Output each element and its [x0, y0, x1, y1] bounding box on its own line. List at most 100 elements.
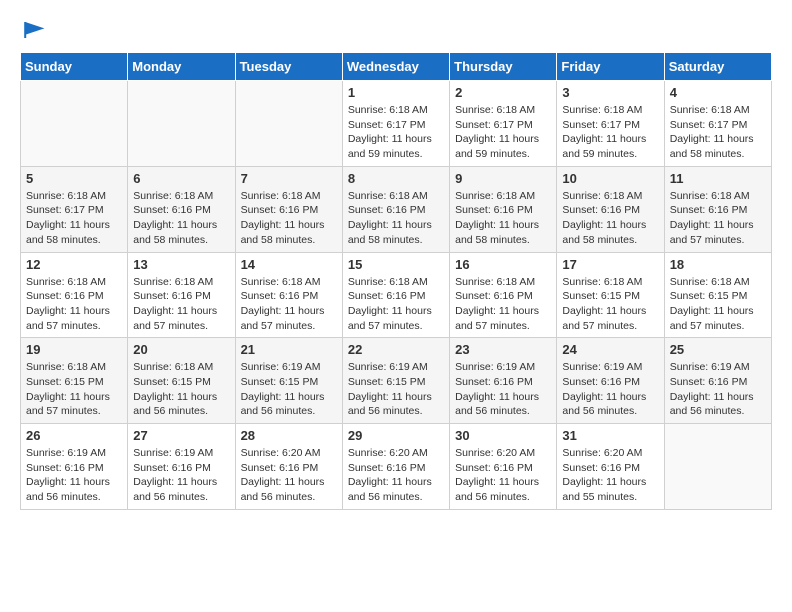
calendar-cell: 6Sunrise: 6:18 AM Sunset: 6:16 PM Daylig…	[128, 166, 235, 252]
calendar-cell: 31 Sunrise: 6:20 AM Sunset: 6:16 PM Dayli…	[557, 424, 664, 510]
day-info: Sunrise: 6:18 AM Sunset: 6:16 PM Dayligh…	[670, 189, 766, 248]
calendar-week-4: 19 Sunrise: 6:18 AM Sunset: 6:15 PM Dayli…	[21, 338, 772, 424]
calendar-cell	[128, 81, 235, 167]
day-info: Sunrise: 6:18 AM Sunset: 6:15 PM Dayligh…	[562, 275, 658, 334]
day-number: 12	[26, 257, 122, 272]
calendar-cell: 28Sunrise: 6:20 AM Sunset: 6:16 PM Dayli…	[235, 424, 342, 510]
calendar-cell: 3 Sunrise: 6:18 AM Sunset: 6:17 PM Daylig…	[557, 81, 664, 167]
day-number: 6	[133, 171, 229, 186]
calendar-cell: 22 Sunrise: 6:19 AM Sunset: 6:15 PM Dayli…	[342, 338, 449, 424]
day-header-wednesday: Wednesday	[342, 53, 449, 81]
day-info: Sunrise: 6:18 AM Sunset: 6:15 PM Dayligh…	[133, 360, 229, 419]
day-header-sunday: Sunday	[21, 53, 128, 81]
calendar-cell: 21Sunrise: 6:19 AM Sunset: 6:15 PM Dayli…	[235, 338, 342, 424]
calendar-week-2: 5Sunrise: 6:18 AM Sunset: 6:17 PM Daylig…	[21, 166, 772, 252]
day-number: 4	[670, 85, 766, 100]
calendar-cell: 11 Sunrise: 6:18 AM Sunset: 6:16 PM Dayli…	[664, 166, 771, 252]
day-info: Sunrise: 6:19 AM Sunset: 6:16 PM Dayligh…	[455, 360, 551, 419]
calendar-cell: 12Sunrise: 6:18 AM Sunset: 6:16 PM Dayli…	[21, 252, 128, 338]
day-header-monday: Monday	[128, 53, 235, 81]
day-info: Sunrise: 6:20 AM Sunset: 6:16 PM Dayligh…	[455, 446, 551, 505]
day-number: 19	[26, 342, 122, 357]
day-number: 24	[562, 342, 658, 357]
calendar-cell: 26 Sunrise: 6:19 AM Sunset: 6:16 PM Dayli…	[21, 424, 128, 510]
calendar-cell: 1Sunrise: 6:18 AM Sunset: 6:17 PM Daylig…	[342, 81, 449, 167]
calendar-week-5: 26 Sunrise: 6:19 AM Sunset: 6:16 PM Dayli…	[21, 424, 772, 510]
calendar-cell: 16 Sunrise: 6:18 AM Sunset: 6:16 PM Dayli…	[450, 252, 557, 338]
day-number: 22	[348, 342, 444, 357]
calendar-cell: 29 Sunrise: 6:20 AM Sunset: 6:16 PM Dayli…	[342, 424, 449, 510]
day-info: Sunrise: 6:18 AM Sunset: 6:17 PM Dayligh…	[455, 103, 551, 162]
calendar-cell: 13 Sunrise: 6:18 AM Sunset: 6:16 PM Dayli…	[128, 252, 235, 338]
day-number: 15	[348, 257, 444, 272]
calendar-cell: 15Sunrise: 6:18 AM Sunset: 6:16 PM Dayli…	[342, 252, 449, 338]
day-info: Sunrise: 6:18 AM Sunset: 6:17 PM Dayligh…	[348, 103, 444, 162]
day-number: 26	[26, 428, 122, 443]
calendar-cell: 9 Sunrise: 6:18 AM Sunset: 6:16 PM Daylig…	[450, 166, 557, 252]
day-info: Sunrise: 6:20 AM Sunset: 6:16 PM Dayligh…	[562, 446, 658, 505]
day-number: 9	[455, 171, 551, 186]
day-info: Sunrise: 6:18 AM Sunset: 6:16 PM Dayligh…	[241, 275, 337, 334]
day-info: Sunrise: 6:19 AM Sunset: 6:16 PM Dayligh…	[26, 446, 122, 505]
calendar-cell: 18 Sunrise: 6:18 AM Sunset: 6:15 PM Dayli…	[664, 252, 771, 338]
day-info: Sunrise: 6:18 AM Sunset: 6:16 PM Dayligh…	[455, 189, 551, 248]
day-number: 3	[562, 85, 658, 100]
day-number: 10	[562, 171, 658, 186]
day-header-tuesday: Tuesday	[235, 53, 342, 81]
day-number: 14	[241, 257, 337, 272]
day-info: Sunrise: 6:18 AM Sunset: 6:17 PM Dayligh…	[562, 103, 658, 162]
calendar-table: SundayMondayTuesdayWednesdayThursdayFrid…	[20, 52, 772, 510]
day-info: Sunrise: 6:18 AM Sunset: 6:17 PM Dayligh…	[670, 103, 766, 162]
calendar-cell: 2 Sunrise: 6:18 AM Sunset: 6:17 PM Daylig…	[450, 81, 557, 167]
page-header	[20, 20, 772, 36]
calendar-cell: 17 Sunrise: 6:18 AM Sunset: 6:15 PM Dayli…	[557, 252, 664, 338]
calendar-cell: 8 Sunrise: 6:18 AM Sunset: 6:16 PM Daylig…	[342, 166, 449, 252]
day-number: 5	[26, 171, 122, 186]
day-header-saturday: Saturday	[664, 53, 771, 81]
logo-flag-icon	[22, 20, 46, 40]
calendar-cell: 27 Sunrise: 6:19 AM Sunset: 6:16 PM Dayli…	[128, 424, 235, 510]
day-number: 20	[133, 342, 229, 357]
day-number: 31	[562, 428, 658, 443]
day-header-thursday: Thursday	[450, 53, 557, 81]
day-info: Sunrise: 6:18 AM Sunset: 6:16 PM Dayligh…	[348, 189, 444, 248]
calendar-cell	[21, 81, 128, 167]
calendar-cell: 24 Sunrise: 6:19 AM Sunset: 6:16 PM Dayli…	[557, 338, 664, 424]
calendar-cell: 4 Sunrise: 6:18 AM Sunset: 6:17 PM Daylig…	[664, 81, 771, 167]
day-info: Sunrise: 6:19 AM Sunset: 6:16 PM Dayligh…	[562, 360, 658, 419]
logo	[20, 20, 46, 36]
day-number: 27	[133, 428, 229, 443]
calendar-cell: 19 Sunrise: 6:18 AM Sunset: 6:15 PM Dayli…	[21, 338, 128, 424]
day-number: 2	[455, 85, 551, 100]
calendar-cell: 14 Sunrise: 6:18 AM Sunset: 6:16 PM Dayli…	[235, 252, 342, 338]
calendar-cell: 30 Sunrise: 6:20 AM Sunset: 6:16 PM Dayli…	[450, 424, 557, 510]
day-info: Sunrise: 6:18 AM Sunset: 6:15 PM Dayligh…	[26, 360, 122, 419]
day-info: Sunrise: 6:18 AM Sunset: 6:15 PM Dayligh…	[670, 275, 766, 334]
calendar-cell: 23 Sunrise: 6:19 AM Sunset: 6:16 PM Dayli…	[450, 338, 557, 424]
calendar-cell	[664, 424, 771, 510]
day-header-friday: Friday	[557, 53, 664, 81]
day-info: Sunrise: 6:19 AM Sunset: 6:16 PM Dayligh…	[133, 446, 229, 505]
day-number: 17	[562, 257, 658, 272]
day-number: 18	[670, 257, 766, 272]
day-info: Sunrise: 6:19 AM Sunset: 6:15 PM Dayligh…	[348, 360, 444, 419]
day-info: Sunrise: 6:20 AM Sunset: 6:16 PM Dayligh…	[348, 446, 444, 505]
day-number: 8	[348, 171, 444, 186]
day-number: 25	[670, 342, 766, 357]
calendar-cell: 7Sunrise: 6:18 AM Sunset: 6:16 PM Daylig…	[235, 166, 342, 252]
day-info: Sunrise: 6:18 AM Sunset: 6:16 PM Dayligh…	[133, 275, 229, 334]
calendar-cell: 20 Sunrise: 6:18 AM Sunset: 6:15 PM Dayli…	[128, 338, 235, 424]
day-number: 30	[455, 428, 551, 443]
day-number: 11	[670, 171, 766, 186]
day-info: Sunrise: 6:18 AM Sunset: 6:16 PM Dayligh…	[455, 275, 551, 334]
day-number: 13	[133, 257, 229, 272]
day-number: 16	[455, 257, 551, 272]
day-info: Sunrise: 6:20 AM Sunset: 6:16 PM Dayligh…	[241, 446, 337, 505]
day-info: Sunrise: 6:19 AM Sunset: 6:16 PM Dayligh…	[670, 360, 766, 419]
day-number: 29	[348, 428, 444, 443]
calendar-cell: 25 Sunrise: 6:19 AM Sunset: 6:16 PM Dayli…	[664, 338, 771, 424]
calendar-week-3: 12 Sunrise: 6:18 AM Sunset: 6:16 PM Dayli…	[21, 252, 772, 338]
day-info: Sunrise: 6:18 AM Sunset: 6:16 PM Dayligh…	[241, 189, 337, 248]
day-number: 23	[455, 342, 551, 357]
day-info: Sunrise: 6:19 AM Sunset: 6:15 PM Dayligh…	[241, 360, 337, 419]
